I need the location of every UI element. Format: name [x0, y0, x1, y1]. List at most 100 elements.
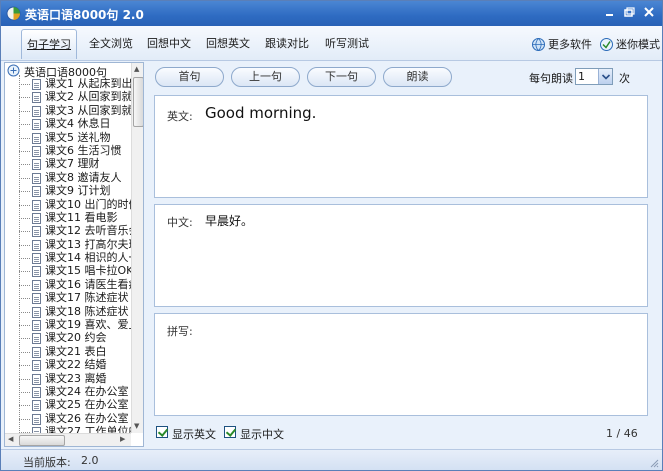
document-icon [32, 386, 41, 398]
scroll-down-icon[interactable]: ▼ [134, 422, 139, 430]
mini-mode-link[interactable]: 迷你模式 [599, 37, 660, 53]
next-sentence-button[interactable]: 下一句 [307, 67, 376, 87]
tree-item[interactable]: 课文26 在办公室（ [5, 412, 131, 425]
tab-follow-compare[interactable]: 跟读对比 [259, 29, 315, 59]
scroll-up-icon[interactable]: ▲ [134, 65, 139, 73]
title-bar[interactable]: 英语口语8000句 2.0 [1, 1, 662, 26]
resize-grip-icon[interactable] [649, 458, 659, 468]
tree-connector [19, 405, 30, 407]
tree-item[interactable]: 课文16 请医生看病 [5, 278, 131, 291]
tab-recall-chinese[interactable]: 回想中文 [141, 29, 197, 59]
tree-item-label: 课文17 陈述症状（ [45, 291, 131, 305]
tab-sentence-study[interactable]: 句子学习 [21, 29, 77, 59]
document-icon [32, 320, 41, 332]
document-icon [32, 186, 41, 198]
tab-recall-english[interactable]: 回想英文 [199, 29, 257, 59]
tree-item[interactable]: 课文4 休息日 [5, 117, 131, 131]
tree-item[interactable]: 课文5 送礼物 [5, 131, 131, 144]
app-icon [6, 6, 21, 21]
english-pane: 英文: Good morning. [154, 95, 648, 198]
tree-items: 课文1 从起床到出门课文2 从回家到就寝课文3 从回家到就寝课文4 休息日课文5… [5, 77, 131, 439]
tree-item-label: 课文12 去听音乐会 [45, 224, 131, 238]
tree-item[interactable]: 课文1 从起床到出门 [5, 77, 131, 90]
more-software-link[interactable]: 更多软件 [531, 37, 593, 53]
scroll-left-icon[interactable]: ◀ [8, 435, 13, 443]
chinese-pane: 中文: 早晨好。 [154, 204, 648, 307]
tree-item[interactable]: 课文14 相识的人一 [5, 251, 131, 265]
tree-item[interactable]: 课文20 约会 [5, 331, 131, 345]
tree-item[interactable]: 课文18 陈述症状（ [5, 305, 131, 318]
tree-item[interactable]: 课文23 离婚 [5, 372, 131, 385]
tree-item[interactable]: 课文21 表白 [5, 345, 131, 358]
english-sentence: Good morning. [205, 104, 317, 122]
tree-item[interactable]: 课文12 去听音乐会 [5, 224, 131, 238]
repeat-count-select[interactable]: 1 [575, 68, 613, 85]
tree-item[interactable]: 课文11 看电影 [5, 211, 131, 224]
show-english-label: 显示英文 [172, 428, 216, 441]
tab-label: 全文浏览 [89, 37, 133, 50]
tab-dictation-test[interactable]: 听写测试 [319, 29, 375, 59]
tree-horizontal-scrollbar[interactable]: ◀ ▶ [5, 433, 131, 446]
tree-item-label: 课文11 看电影 [45, 210, 118, 224]
tree-item[interactable]: 课文19 喜欢、爱上 [5, 318, 131, 332]
spelling-pane[interactable]: 拼写: [154, 313, 648, 416]
document-icon [32, 413, 41, 425]
tree-item[interactable]: 课文22 结婚 [5, 358, 131, 372]
document-icon [32, 199, 41, 211]
close-icon[interactable] [642, 5, 656, 19]
tree-item-label: 课文24 在办公室（ [45, 384, 131, 398]
sentence-counter: 1 / 46 [606, 427, 638, 440]
tree-item-label: 课文15 唱卡拉OK [45, 264, 131, 278]
horizontal-scroll-thumb[interactable] [19, 435, 65, 446]
document-icon [32, 373, 41, 385]
tree-item[interactable]: 课文25 在办公室（ [5, 398, 131, 412]
repeat-unit: 次 [619, 72, 630, 85]
read-aloud-button[interactable]: 朗读 [383, 67, 452, 87]
tree-item-label: 课文21 表白 [45, 344, 107, 358]
document-icon [32, 119, 41, 131]
tab-label: 句子学习 [27, 38, 71, 51]
tree-item[interactable]: 课文9 订计划 [5, 184, 131, 198]
tree-item-label: 课文3 从回家到就寝 [45, 103, 131, 117]
tree-item[interactable]: 课文17 陈述症状（ [5, 291, 131, 305]
tree-item[interactable]: 课文10 出门的时候 [5, 198, 131, 211]
chinese-sentence: 早晨好。 [205, 214, 254, 228]
vertical-scroll-thumb[interactable] [133, 77, 143, 127]
chinese-label: 中文: [167, 216, 193, 229]
tree-item-label: 课文23 离婚 [45, 371, 107, 385]
tree-vertical-scrollbar[interactable]: ▲ ▼ [131, 63, 143, 433]
document-icon [32, 212, 41, 224]
tree-item[interactable]: 课文6 生活习惯 [5, 144, 131, 157]
previous-sentence-button[interactable]: 上一句 [231, 67, 300, 87]
tree-item-label: 课文20 约会 [45, 331, 107, 345]
status-bar: 当前版本: 2.0 [1, 449, 662, 470]
minimize-icon[interactable] [603, 5, 617, 19]
scroll-right-icon[interactable]: ▶ [120, 435, 125, 443]
tree-connector [19, 244, 30, 246]
study-panel: 首句 上一句 下一句 朗读 每句朗读 1 次 英文: Good morning.… [147, 62, 655, 447]
tree-item[interactable]: 课文8 邀请友人 [5, 171, 131, 184]
document-icon [32, 266, 41, 278]
repeat-label: 每句朗读 [529, 72, 573, 85]
tree-connector [19, 204, 30, 206]
tree-connector [19, 338, 30, 340]
tree-item[interactable]: 课文15 唱卡拉OK [5, 264, 131, 278]
first-sentence-button[interactable]: 首句 [155, 67, 224, 87]
checkbox-checked-icon[interactable] [224, 426, 236, 438]
document-icon [32, 333, 41, 345]
tree-item[interactable]: 课文24 在办公室（ [5, 385, 131, 398]
tab-label: 听写测试 [325, 37, 369, 50]
tab-full-text[interactable]: 全文浏览 [83, 29, 139, 59]
tree-connector [19, 351, 30, 353]
document-icon [32, 346, 41, 358]
lesson-tree[interactable]: 英语口语8000句 课文1 从起床到出门课文2 从回家到就寝课文3 从回家到就寝… [4, 62, 144, 447]
restore-icon[interactable] [622, 5, 636, 19]
tree-item[interactable]: 课文13 打高尔夫球 [5, 238, 131, 251]
tree-item[interactable]: 课文3 从回家到就寝 [5, 104, 131, 117]
tree-item[interactable]: 课文2 从回家到就寝 [5, 90, 131, 104]
tree-item[interactable]: 课文7 理财 [5, 157, 131, 171]
tree-item-label: 课文7 理财 [45, 157, 100, 171]
checkbox-checked-icon[interactable] [156, 426, 168, 438]
chevron-down-icon[interactable] [598, 69, 612, 84]
version-label: 当前版本: [23, 456, 71, 469]
